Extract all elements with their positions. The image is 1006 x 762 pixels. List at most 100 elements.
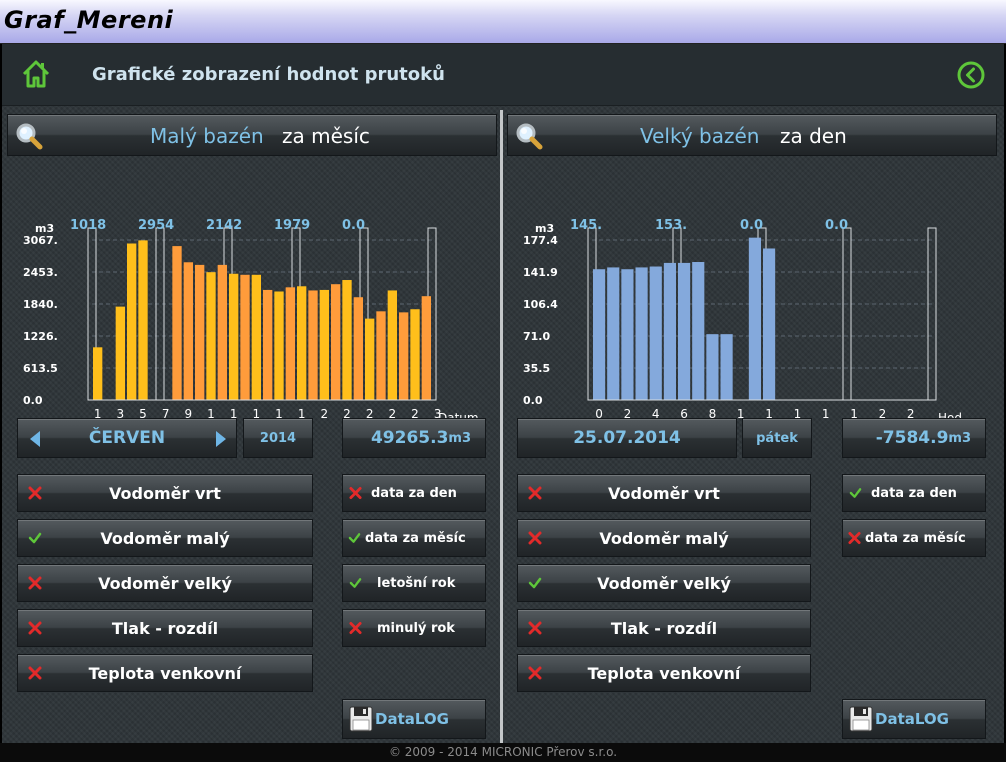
cross-icon	[28, 666, 42, 680]
bar	[607, 267, 620, 400]
signal-label: Vodoměr velký	[597, 573, 731, 593]
weekday-label: pátek	[756, 430, 798, 446]
app-header: Grafické zobrazení hodnot prutoků	[2, 44, 1004, 106]
y-tick-label: 141.9	[523, 266, 558, 279]
right-signal-teplota-venkovni[interactable]: Teplota venkovní	[517, 654, 811, 692]
bar	[678, 262, 691, 400]
bar	[217, 264, 227, 400]
home-icon[interactable]	[20, 58, 52, 90]
left-datalog-button[interactable]: DataLOG	[342, 699, 486, 739]
right-signal-vodomer-maly[interactable]: Vodoměr malý	[517, 519, 811, 557]
bar	[635, 267, 648, 400]
segment-marker	[927, 227, 937, 401]
right-signal-vodomer-velky[interactable]: Vodoměr velký	[517, 564, 811, 602]
right-signal-vodomer-vrt[interactable]: Vodoměr vrt	[517, 474, 811, 512]
bar	[649, 266, 662, 400]
y-tick-label: 2453.	[23, 266, 58, 279]
floppy-disk-icon	[849, 706, 873, 732]
month-label: ČERVEN	[88, 428, 166, 448]
bar	[138, 240, 148, 400]
left-signal-vodomer-vrt[interactable]: Vodoměr vrt	[17, 474, 313, 512]
signal-label: Teplota venkovní	[587, 663, 741, 683]
option-label: data za den	[371, 485, 457, 501]
bars	[593, 237, 776, 400]
right-signal-tlak-rozdil[interactable]: Tlak - rozdíl	[517, 609, 811, 647]
signal-label: Tlak - rozdíl	[111, 618, 219, 638]
cross-icon	[848, 531, 861, 545]
right-panel-name: Velký bazén	[640, 124, 760, 148]
bar	[319, 289, 329, 400]
signal-label: Vodoměr velký	[98, 573, 232, 593]
left-option-data-za-den[interactable]: data za den	[342, 474, 486, 512]
bar	[183, 262, 193, 400]
bar	[593, 269, 606, 400]
y-tick-label: 1226.	[23, 330, 58, 343]
bar	[195, 264, 205, 400]
segment-marker	[155, 227, 165, 401]
left-signal-vodomer-maly[interactable]: Vodoměr malý	[17, 519, 313, 557]
y-tick-labels: 0.0 35.5 71.0 106.4 141.9 177.4	[523, 234, 558, 407]
bar	[297, 286, 307, 400]
left-total-value: 49265.3	[370, 428, 449, 448]
right-option-data-za-mesic[interactable]: data za měsíc	[842, 519, 986, 557]
date-selector[interactable]: 25.07.2014	[517, 418, 737, 458]
segment-label: 0.0	[342, 218, 365, 233]
option-label: minulý rok	[377, 620, 455, 636]
back-circle-icon[interactable]	[956, 60, 986, 90]
left-signal-tlak-rozdil[interactable]: Tlak - rozdíl	[17, 609, 313, 647]
panel-divider	[500, 110, 503, 743]
segment-label: 153.	[655, 218, 687, 233]
cross-icon	[528, 531, 542, 545]
right-panel-header[interactable]: Velký bazén za den	[507, 114, 997, 156]
bar	[251, 274, 261, 400]
x-tick-label: 16	[822, 407, 830, 420]
y-axis-label: m3	[35, 222, 54, 235]
bar	[115, 306, 125, 400]
prev-month-arrow-icon[interactable]	[28, 429, 42, 449]
left-panel-header[interactable]: Malý bazén za měsíc	[7, 114, 497, 156]
segment-label: 145.	[570, 218, 602, 233]
y-tick-label: 35.5	[523, 362, 550, 375]
segment-label: 0.0	[740, 218, 763, 233]
magnifier-icon	[516, 123, 543, 150]
left-option-data-za-mesic[interactable]: data za měsíc	[342, 519, 486, 557]
left-option-letosni-rok[interactable]: letošní rok	[342, 564, 486, 602]
month-selector[interactable]: ČERVEN	[17, 418, 237, 458]
check-icon	[28, 532, 42, 544]
right-option-data-za-den[interactable]: data za den	[842, 474, 986, 512]
bar	[240, 274, 250, 400]
page-title: Grafické zobrazení hodnot prutoků	[92, 64, 445, 85]
y-tick-label: 1840.	[23, 298, 58, 311]
x-tick-label: 21	[321, 407, 329, 420]
date-label: 25.07.2014	[573, 428, 681, 448]
bar	[399, 312, 409, 400]
signal-label: Vodoměr malý	[100, 528, 230, 548]
datalog-label: DataLOG	[375, 710, 449, 728]
left-panel-name: Malý bazén	[150, 124, 264, 148]
bar	[376, 311, 386, 400]
window-title: Graf_Mereni	[4, 6, 174, 34]
y-axis-label: m3	[535, 222, 554, 235]
bar	[387, 290, 397, 400]
segment-label: 2142	[206, 218, 242, 233]
left-option-minuly-rok[interactable]: minulý rok	[342, 609, 486, 647]
bar	[706, 334, 719, 400]
copyright-footer: © 2009 - 2014 MICRONIC Přerov s.r.o.	[0, 743, 1006, 762]
right-datalog-button[interactable]: DataLOG	[842, 699, 986, 739]
bar	[331, 284, 341, 400]
next-month-arrow-icon[interactable]	[214, 429, 228, 449]
option-label: data za den	[871, 485, 957, 501]
weekday-button[interactable]: pátek	[742, 418, 812, 458]
check-icon	[349, 578, 362, 588]
magnifier-icon	[16, 123, 43, 150]
cross-icon	[349, 486, 362, 500]
check-icon	[849, 488, 862, 498]
left-signal-vodomer-velky[interactable]: Vodoměr velký	[17, 564, 313, 602]
left-signal-teplota-venkovni[interactable]: Teplota venkovní	[17, 654, 313, 692]
option-label: letošní rok	[377, 575, 456, 591]
year-button[interactable]: 2014	[243, 418, 313, 458]
bar	[342, 280, 352, 400]
cross-icon	[28, 621, 42, 635]
y-tick-label: 71.0	[523, 330, 550, 343]
cross-icon	[528, 666, 542, 680]
